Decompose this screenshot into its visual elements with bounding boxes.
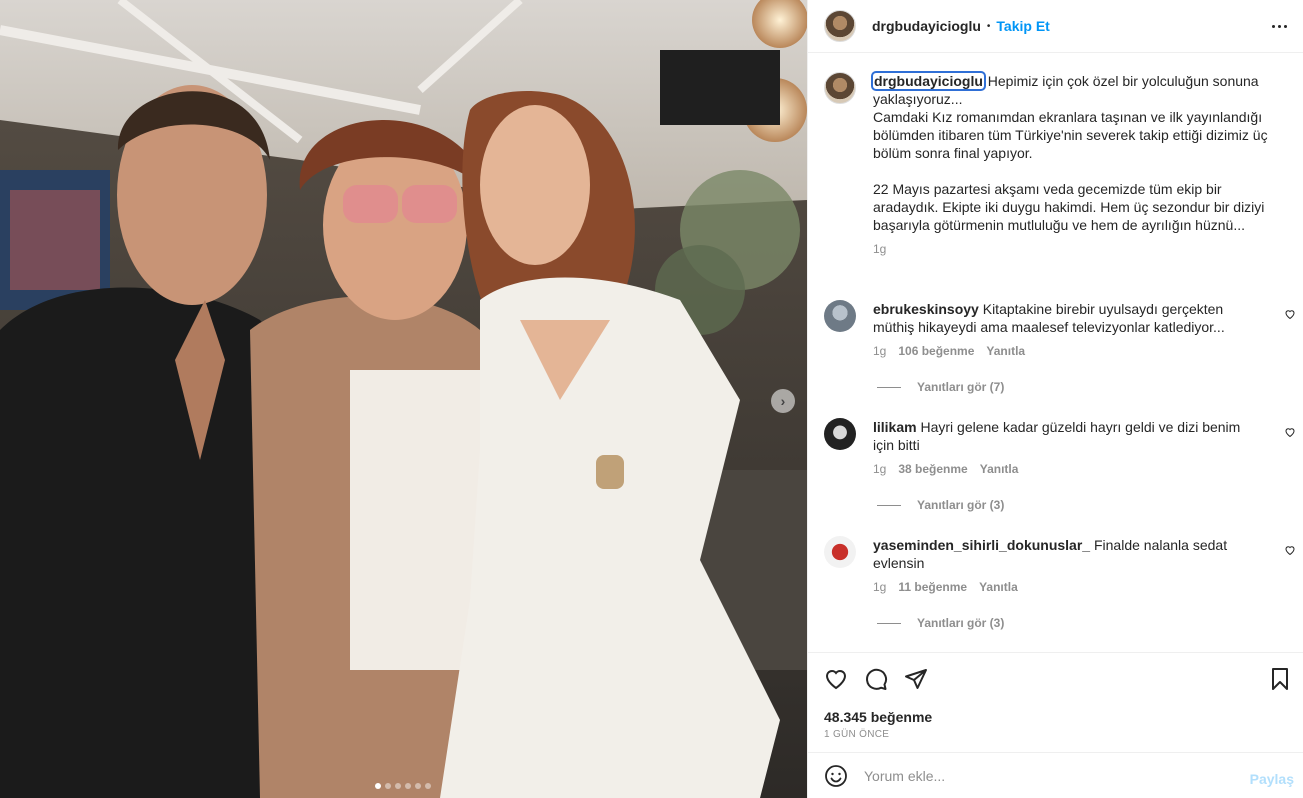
comment-username[interactable]: yaseminden_sihirli_dokunuslar_ [873, 537, 1090, 553]
emoji-icon[interactable] [824, 764, 848, 788]
view-replies-label: Yanıtları gör (3) [917, 498, 1005, 512]
heart-icon[interactable] [824, 667, 848, 691]
comment-time[interactable]: 1g [873, 580, 886, 594]
caption-body: drgbudayicioglu Hepimiz için çok özel bi… [871, 71, 1284, 234]
caption-time[interactable]: 1g [873, 242, 1284, 256]
author-avatar[interactable] [824, 10, 856, 42]
post-header: drgbudayicioglu • Takip Et [808, 0, 1303, 53]
send-icon[interactable] [904, 667, 928, 691]
comment-reply-button[interactable]: Yanıtla [979, 580, 1018, 594]
carousel-dot [415, 783, 421, 789]
view-replies-button[interactable]: Yanıtları gör (3) [877, 616, 1004, 630]
carousel-dot [425, 783, 431, 789]
carousel-next-button[interactable]: › [771, 389, 795, 413]
carousel-dot [375, 783, 381, 789]
view-replies-button[interactable]: Yanıtları gör (3) [877, 498, 1004, 512]
comment-body: lilikam Hayri gelene kadar güzeldi hayrı… [873, 418, 1263, 454]
heart-icon[interactable] [1284, 544, 1296, 556]
comment-meta: 1g 106 beğenme Yanıtla [873, 344, 1296, 358]
comments-list[interactable]: drgbudayicioglu Hepimiz için çok özel bi… [808, 54, 1303, 651]
bookmark-icon[interactable] [1268, 667, 1292, 691]
comment-meta: 1g 38 beğenme Yanıtla [873, 462, 1296, 476]
chevron-right-icon: › [780, 393, 786, 409]
replies-line [877, 622, 901, 624]
action-icons [824, 667, 928, 691]
view-replies-label: Yanıtları gör (3) [917, 616, 1005, 630]
post-actions: 48.345 beğenme 1 GÜN ÖNCE [808, 652, 1303, 752]
comment-icon[interactable] [864, 667, 888, 691]
add-comment-bar: Paylaş [808, 752, 1303, 798]
post-caption: drgbudayicioglu Hepimiz için çok özel bi… [824, 71, 1284, 256]
comment-item: ebrukeskinsoyy Kitaptakine birebir uyuls… [824, 300, 1296, 358]
comment-item: lilikam Hayri gelene kadar güzeldi hayrı… [824, 418, 1296, 476]
posted-ago[interactable]: 1 GÜN ÖNCE [824, 729, 889, 740]
comment-username[interactable]: lilikam [873, 419, 917, 435]
heart-icon[interactable] [1284, 426, 1296, 438]
comment-avatar[interactable] [824, 300, 856, 332]
post-side-panel: drgbudayicioglu • Takip Et drgbudayiciog… [807, 0, 1303, 798]
comment-username[interactable]: ebrukeskinsoyy [873, 301, 979, 317]
carousel-dot [395, 783, 401, 789]
post-photo[interactable]: › [0, 0, 807, 798]
comment-reply-button[interactable]: Yanıtla [986, 344, 1025, 358]
comment-item: yaseminden_sihirli_dokunuslar_ Finalde n… [824, 536, 1296, 594]
comment-likes[interactable]: 106 beğenme [898, 344, 974, 358]
caption-text: Hepimiz için çok özel bir yolculuğun son… [873, 73, 1268, 233]
carousel-dot [405, 783, 411, 789]
comment-time[interactable]: 1g [873, 462, 886, 476]
photo-scene [0, 0, 807, 798]
comment-avatar[interactable] [824, 536, 856, 568]
comment-body: yaseminden_sihirli_dokunuslar_ Finalde n… [873, 536, 1263, 572]
carousel-dots [375, 783, 431, 789]
comment-input[interactable] [864, 767, 1224, 784]
carousel-dot [385, 783, 391, 789]
heart-icon[interactable] [1284, 308, 1296, 320]
caption-username[interactable]: drgbudayicioglu [871, 71, 986, 91]
more-horizontal-icon[interactable] [1272, 18, 1288, 34]
replies-line [877, 504, 901, 506]
comment-avatar[interactable] [824, 418, 856, 450]
comment-time[interactable]: 1g [873, 344, 886, 358]
header-separator: • [986, 20, 991, 32]
comment-reply-button[interactable]: Yanıtla [980, 462, 1019, 476]
post-comment-button[interactable]: Paylaş [1250, 771, 1294, 787]
likes-count[interactable]: 48.345 beğenme [824, 709, 932, 725]
comment-likes[interactable]: 11 beğenme [898, 580, 967, 594]
comment-likes[interactable]: 38 beğenme [898, 462, 967, 476]
follow-button[interactable]: Takip Et [996, 18, 1049, 34]
author-username[interactable]: drgbudayicioglu [872, 18, 981, 34]
caption-avatar[interactable] [824, 72, 856, 104]
replies-line [877, 386, 901, 388]
comment-text: Hayri gelene kadar güzeldi hayrı geldi v… [873, 419, 1241, 453]
view-replies-button[interactable]: Yanıtları gör (7) [877, 380, 1004, 394]
comment-body: ebrukeskinsoyy Kitaptakine birebir uyuls… [873, 300, 1263, 336]
comment-meta: 1g 11 beğenme Yanıtla [873, 580, 1296, 594]
view-replies-label: Yanıtları gör (7) [917, 380, 1005, 394]
post-dialog: › drgbudayicioglu • Takip Et drgbudayici… [0, 0, 1303, 798]
